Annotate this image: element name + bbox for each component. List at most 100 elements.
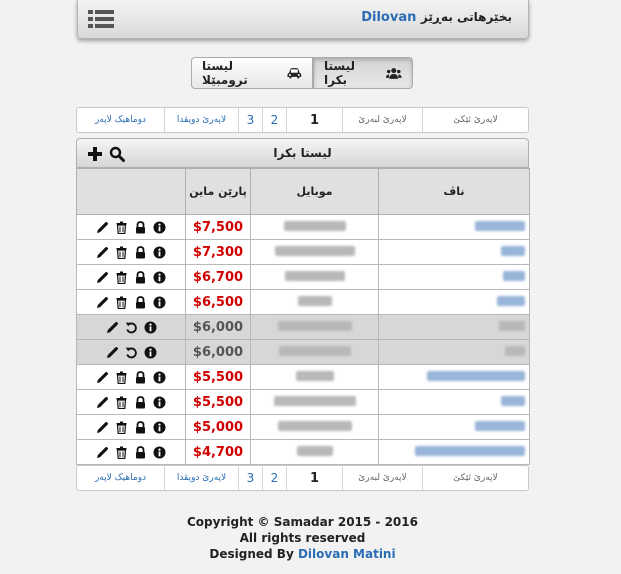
trash-icon[interactable] [115,271,128,284]
menu-icon[interactable] [88,9,114,29]
lock-icon[interactable] [134,395,147,409]
table-row: $7,500 [76,214,530,240]
pencil-icon[interactable] [96,396,109,409]
row-actions [76,389,186,415]
undo-icon[interactable] [125,346,138,359]
lock-icon[interactable] [134,420,147,434]
row-name[interactable] [378,414,530,440]
lock-icon[interactable] [134,295,147,309]
row-name[interactable] [378,364,530,390]
row-price: $7,300 [185,239,251,265]
next-page-link[interactable]: لاپەرێ دویڤدا [165,466,239,490]
info-icon[interactable] [153,296,166,309]
row-price: $6,500 [185,289,251,315]
info-icon[interactable] [153,221,166,234]
pencil-icon[interactable] [96,221,109,234]
row-actions [76,289,186,315]
info-icon[interactable] [153,246,166,259]
row-mobile [250,439,379,465]
row-name[interactable] [378,439,530,465]
table-row: $4,700 [76,439,530,465]
row-mobile [250,414,379,440]
pencil-icon[interactable] [96,271,109,284]
redacted-name[interactable] [475,421,525,431]
lock-icon[interactable] [134,445,147,459]
lock-icon[interactable] [134,220,147,234]
current-page: 1 [287,466,343,490]
cars-list-button[interactable]: لیستا ترومبێلا [191,57,313,89]
trash-icon[interactable] [115,296,128,309]
first-page-link: لاپەرێ ئێکێ [453,473,498,483]
last-page-link[interactable]: دوماهیک لاپەر [77,466,165,490]
info-icon[interactable] [153,421,166,434]
redacted-name[interactable] [503,271,525,281]
trash-icon[interactable] [115,421,128,434]
row-price: $6,000 [185,314,251,340]
trash-icon[interactable] [115,246,128,259]
page-2-link[interactable]: 2 [263,108,287,132]
pencil-icon[interactable] [96,246,109,259]
row-name[interactable] [378,289,530,315]
pencil-icon[interactable] [106,321,119,334]
redacted-name[interactable] [501,246,525,256]
row-name[interactable] [378,389,530,415]
page-3-link[interactable]: 3 [239,466,263,490]
pencil-icon[interactable] [106,346,119,359]
table-row: $5,500 [76,364,530,390]
trash-icon[interactable] [115,446,128,459]
redacted-name[interactable] [501,396,525,406]
row-name[interactable] [378,239,530,265]
info-icon[interactable] [153,446,166,459]
redacted-name[interactable] [499,321,525,331]
info-icon[interactable] [153,371,166,384]
redacted-mobile [295,371,334,381]
row-mobile [250,214,379,240]
lock-icon[interactable] [134,245,147,259]
table-row: $6,000 [76,314,530,340]
car-icon [287,68,302,79]
redacted-mobile [284,271,345,281]
info-icon[interactable] [153,271,166,284]
user-name[interactable]: Dilovan [361,10,416,25]
info-icon[interactable] [144,321,157,334]
pencil-icon[interactable] [96,371,109,384]
row-name[interactable] [378,214,530,240]
page-2-link[interactable]: 2 [263,466,287,490]
row-price: $5,500 [185,364,251,390]
info-icon[interactable] [144,346,157,359]
prev-page-link: لاپەرێ لبەرێ [343,108,423,132]
last-page-link[interactable]: دوماهیک لاپەر [77,108,165,132]
first-page-link: لاپەرێ ئێکێ [453,115,498,125]
info-icon[interactable] [153,396,166,409]
designer-link[interactable]: Dilovan Matini [298,547,396,561]
undo-icon[interactable] [125,321,138,334]
pencil-icon[interactable] [96,421,109,434]
redacted-name[interactable] [427,371,525,381]
buyers-panel: لیستا بکرا پارێن ماین موبایل ناڤ $7,500 $… [76,138,530,465]
buyers-table: پارێن ماین موبایل ناڤ $7,500 $7,300 $6,700… [76,168,530,465]
next-page-link[interactable]: لاپەرێ دویڤدا [165,108,239,132]
redacted-name[interactable] [505,346,525,356]
lock-icon[interactable] [134,270,147,284]
pencil-icon[interactable] [96,296,109,309]
redacted-name[interactable] [415,446,525,456]
table-row: $7,300 [76,239,530,265]
rights-text: All rights reserved [239,531,366,545]
trash-icon[interactable] [115,396,128,409]
trash-icon[interactable] [115,221,128,234]
page-3-link[interactable]: 3 [239,108,263,132]
actions-header [76,168,186,215]
buyers-list-button[interactable]: لیستا بکرا [313,57,413,89]
top-navbar: بخێرهاتی بەڕێز Dilovan [77,0,529,39]
redacted-name[interactable] [497,296,525,306]
lock-icon[interactable] [134,370,147,384]
row-name[interactable] [378,339,530,365]
row-name[interactable] [378,314,530,340]
table-row: $5,000 [76,414,530,440]
designed-by-text: Designed By [209,547,294,561]
row-name[interactable] [378,264,530,290]
pencil-icon[interactable] [96,446,109,459]
brand: بخێرهاتی بەڕێز Dilovan [361,10,518,25]
redacted-name[interactable] [475,221,525,231]
trash-icon[interactable] [115,371,128,384]
